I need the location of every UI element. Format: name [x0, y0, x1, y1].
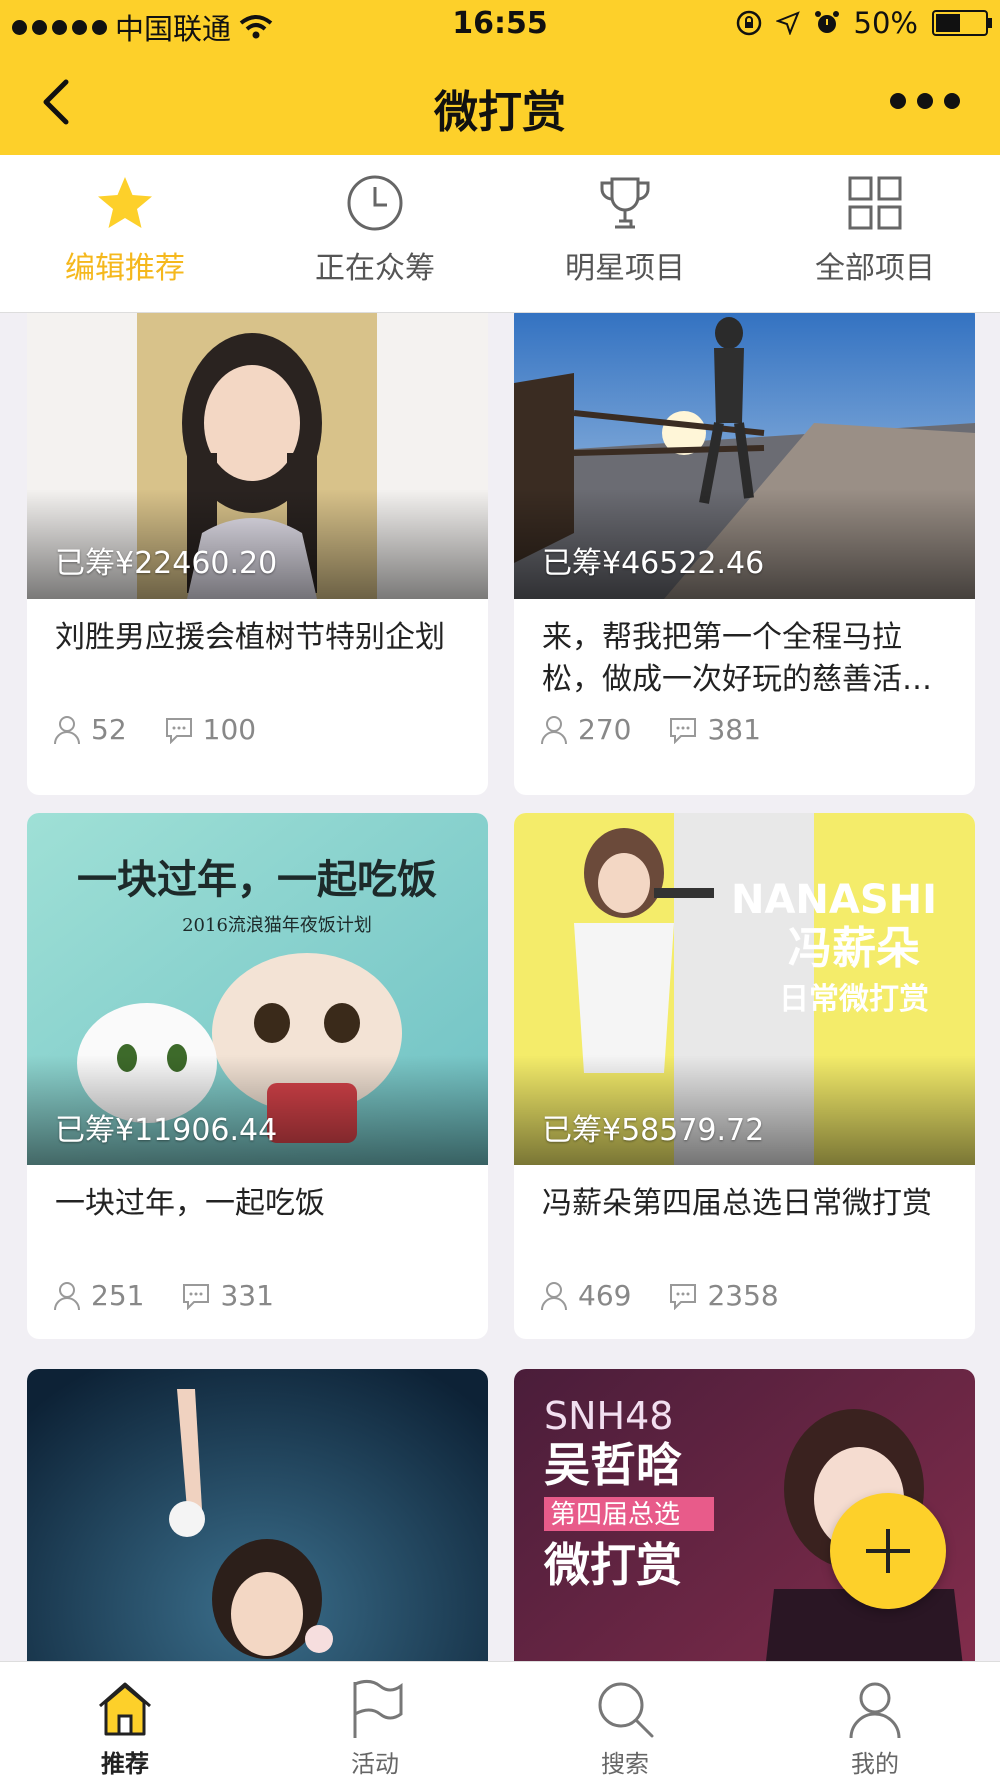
- supporters-count: 251: [91, 1279, 145, 1312]
- bottom-tab-label: 我的: [851, 1750, 899, 1778]
- project-card[interactable]: [27, 1369, 488, 1661]
- tab-label: 正在众筹: [315, 251, 435, 286]
- raised-amount: 已筹¥22460.20: [55, 546, 278, 581]
- bottom-tab-label: 推荐: [101, 1750, 149, 1778]
- poster-group: SNH48: [544, 1394, 673, 1438]
- comments-count: 381: [707, 713, 761, 746]
- bottom-tab-recommend[interactable]: 推荐: [0, 1662, 250, 1779]
- project-card[interactable]: 已筹¥46522.46 来，帮我把第一个全程马拉松，做成一次好玩的慈善活… 27…: [514, 313, 975, 795]
- battery-percent: 50%: [853, 6, 918, 40]
- navigation-bar: 微打赏: [0, 50, 1000, 155]
- page-title: 微打赏: [434, 87, 566, 138]
- tab-star-projects[interactable]: 明星项目: [500, 155, 750, 312]
- supporters-icon: [541, 1281, 567, 1310]
- project-stats: 52 100: [53, 713, 294, 746]
- category-tabs: 编辑推荐 正在众筹 明星项目 全部项目: [0, 155, 1000, 313]
- bottom-tab-bar: 推荐 活动 搜索 我的: [0, 1661, 1000, 1779]
- comment-icon: [183, 1283, 210, 1310]
- poster-name: 冯薪朵: [788, 923, 920, 974]
- poster-tagline: 日常微打赏: [779, 982, 929, 1017]
- alarm-icon: [814, 11, 839, 33]
- rotation-lock-icon: [736, 10, 761, 36]
- bottom-tab-me[interactable]: 我的: [750, 1662, 1000, 1779]
- comments-count: 331: [220, 1279, 274, 1312]
- tab-all-projects[interactable]: 全部项目: [750, 155, 1000, 312]
- star-icon: [98, 177, 152, 228]
- tab-crowdfunding[interactable]: 正在众筹: [250, 155, 500, 312]
- bottom-tab-label: 搜索: [601, 1750, 649, 1778]
- project-title: 刘胜男应援会植树节特别企划: [55, 620, 445, 655]
- add-project-button[interactable]: [830, 1493, 946, 1609]
- supporters-count: 469: [578, 1279, 632, 1312]
- project-stats: 469 2358: [540, 1279, 817, 1312]
- bottom-tab-label: 活动: [351, 1750, 399, 1778]
- tab-label: 明星项目: [565, 251, 685, 286]
- project-card[interactable]: 已筹¥22460.20 刘胜男应援会植树节特别企划 52 100: [27, 313, 488, 795]
- comment-icon: [670, 1283, 697, 1310]
- performer-on-stage-photo: [27, 1369, 488, 1661]
- tab-label: 全部项目: [815, 251, 935, 286]
- home-icon: [99, 1682, 151, 1736]
- tab-label: 编辑推荐: [65, 251, 185, 286]
- location-arrow-icon: [775, 11, 800, 35]
- search-icon: [598, 1682, 654, 1738]
- clock-icon: [347, 175, 403, 231]
- supporters-icon: [54, 715, 80, 744]
- project-stats: 270 381: [540, 713, 799, 746]
- project-title: 来，帮我把第一个全程马拉松，做成一次好玩的慈善活…: [542, 620, 932, 697]
- poster-headline: 一块过年，一起吃饭: [77, 857, 437, 903]
- project-grid: 已筹¥22460.20 刘胜男应援会植树节特别企划 52 100 已筹¥4652…: [0, 313, 1000, 1661]
- bottom-tab-search[interactable]: 搜索: [500, 1662, 750, 1779]
- supporters-count: 52: [91, 713, 127, 746]
- comment-icon: [670, 717, 697, 744]
- status-bar: 中国联通 16:55 50%: [0, 0, 1000, 50]
- poster-brand: NANASHI: [731, 877, 937, 923]
- comments-count: 2358: [707, 1279, 779, 1312]
- flag-icon: [353, 1679, 403, 1738]
- supporters-icon: [541, 715, 567, 744]
- raised-amount: 已筹¥11906.44: [55, 1113, 278, 1148]
- raised-amount: 已筹¥46522.46: [542, 546, 765, 581]
- top-bar: 中国联通 16:55 50% 微打赏: [0, 0, 1000, 155]
- project-title: 一块过年，一起吃饭: [55, 1186, 325, 1221]
- comment-icon: [165, 717, 192, 744]
- trophy-icon: [600, 177, 650, 229]
- tab-editor-picks[interactable]: 编辑推荐: [0, 155, 250, 312]
- bottom-tab-activity[interactable]: 活动: [250, 1662, 500, 1779]
- more-menu-button[interactable]: [890, 76, 960, 126]
- project-card[interactable]: NANASHI 冯薪朵 日常微打赏 已筹¥58579.72 冯薪朵第四届总选日常…: [514, 813, 975, 1339]
- poster-name: 吴哲晗: [544, 1438, 682, 1492]
- raised-amount: 已筹¥58579.72: [542, 1113, 765, 1148]
- supporters-count: 270: [578, 713, 632, 746]
- project-card[interactable]: 一块过年，一起吃饭 2016流浪猫年夜饭计划 已筹¥11906.44 一块过年，…: [27, 813, 488, 1339]
- poster-tagline: 微打赏: [543, 1538, 682, 1592]
- supporters-icon: [54, 1281, 80, 1310]
- comments-count: 100: [202, 713, 257, 746]
- battery-icon: [932, 10, 992, 36]
- poster-subline: 2016流浪猫年夜饭计划: [182, 915, 372, 936]
- poster-event: 第四届总选: [550, 1500, 680, 1530]
- grid-icon: [848, 176, 902, 230]
- project-stats: 251 331: [53, 1279, 312, 1312]
- user-icon: [849, 1682, 901, 1739]
- project-title: 冯薪朵第四届总选日常微打赏: [542, 1186, 932, 1221]
